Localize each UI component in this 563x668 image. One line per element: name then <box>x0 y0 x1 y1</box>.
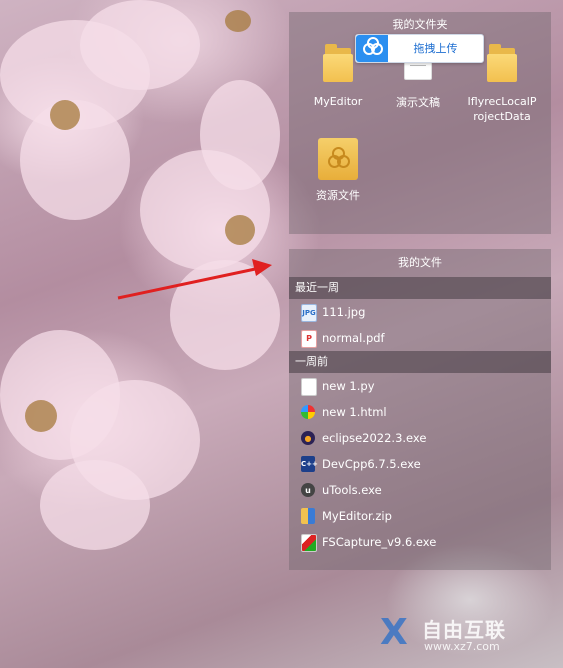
section-header-recent-week: 最近一周 <box>289 277 551 299</box>
file-item-new-1-html[interactable]: new 1.html <box>289 399 551 425</box>
folder-item-label: 演示文稿 <box>396 96 440 109</box>
drag-upload-label: 拖拽上传 <box>413 42 458 55</box>
file-item-fscapture[interactable]: FSCapture_v9.6.exe <box>289 529 551 555</box>
html-file-icon <box>301 405 315 419</box>
resource-folder-icon <box>318 138 358 180</box>
folder-icon <box>323 44 353 82</box>
file-item-devcpp[interactable]: C++ DevCpp6.7.5.exe <box>289 451 551 477</box>
file-panel: 我的文件 最近一周 JPG 111.jpg P normal.pdf 一周前 n… <box>289 249 551 570</box>
file-item-111-jpg[interactable]: JPG 111.jpg <box>289 299 551 325</box>
file-item-eclipse[interactable]: ● eclipse2022.3.exe <box>289 425 551 451</box>
file-name: DevCpp6.7.5.exe <box>322 457 421 471</box>
watermark-brand: 自由互联 <box>422 618 506 642</box>
file-name: FSCapture_v9.6.exe <box>322 535 437 549</box>
file-name: MyEditor.zip <box>322 509 392 523</box>
watermark-url: www.xz7.com <box>424 640 500 653</box>
file-name: new 1.html <box>322 405 387 419</box>
watermark-logo-icon: X <box>380 612 408 653</box>
folder-item-label-line2: rojectData <box>473 110 531 123</box>
folder-icon <box>487 44 517 82</box>
utools-icon: u <box>301 483 315 497</box>
section-header-week-ago: 一周前 <box>289 351 551 373</box>
cloud-upload-icon <box>356 35 388 62</box>
jpg-file-icon: JPG <box>301 304 317 322</box>
file-name: 111.jpg <box>322 305 366 319</box>
blank-file-icon <box>301 378 317 396</box>
folder-item-label: 资源文件 <box>316 189 360 202</box>
site-watermark: X 自由互联 www.xz7.com <box>380 608 550 658</box>
file-name: normal.pdf <box>322 331 385 345</box>
file-panel-title: 我的文件 <box>398 256 442 269</box>
eclipse-icon: ● <box>301 431 315 445</box>
pdf-file-icon: P <box>301 330 317 348</box>
drag-upload-button[interactable]: 拖拽上传 <box>355 34 484 63</box>
folder-item-label: MyEditor <box>313 95 363 108</box>
file-item-new-1-py[interactable]: new 1.py <box>289 373 551 399</box>
file-item-utools[interactable]: u uTools.exe <box>289 477 551 503</box>
file-item-normal-pdf[interactable]: P normal.pdf <box>289 325 551 351</box>
folder-item-label-line1: IflyrecLocalP <box>467 95 537 108</box>
file-name: new 1.py <box>322 379 375 393</box>
file-name: eclipse2022.3.exe <box>322 431 427 445</box>
devcpp-icon: C++ <box>301 456 318 472</box>
file-item-myeditor-zip[interactable]: MyEditor.zip <box>289 503 551 529</box>
zip-file-icon <box>301 508 315 524</box>
fscapture-icon <box>301 534 317 552</box>
file-name: uTools.exe <box>322 483 382 497</box>
folder-item-resources[interactable]: 资源文件 <box>297 138 379 203</box>
